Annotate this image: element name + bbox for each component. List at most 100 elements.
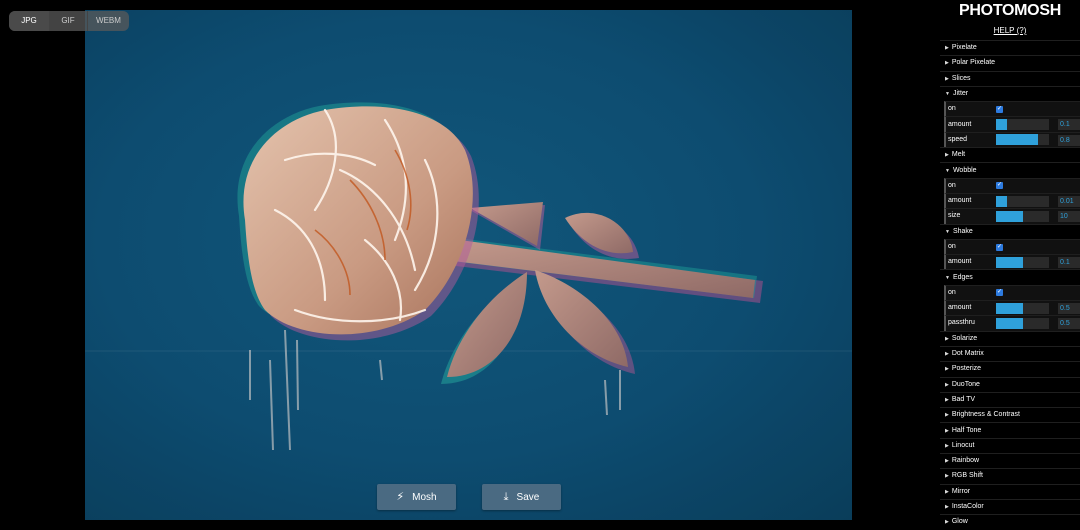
help-link[interactable]: HELP (?) xyxy=(940,25,1080,37)
control-size: size 10 xyxy=(944,208,1080,224)
effect-polar-pixelate[interactable]: ▶ Polar Pixelate xyxy=(940,55,1080,70)
effect-label: Half Tone xyxy=(951,426,982,434)
effect-label: Bad TV xyxy=(951,395,976,403)
slider-fill xyxy=(996,317,1023,329)
slider-fill xyxy=(996,134,1039,146)
caret-right-icon: ▶ xyxy=(945,427,949,434)
effect-solarize[interactable]: ▶ Solarize xyxy=(940,330,1080,346)
caret-down-icon: ▼ xyxy=(945,228,950,235)
value-input[interactable]: 0.01 xyxy=(1058,195,1080,207)
effect-label: DuoTone xyxy=(951,380,980,388)
effect-label: Jitter xyxy=(952,90,969,98)
effect-half-tone[interactable]: ▶ Half Tone xyxy=(940,422,1080,437)
caret-right-icon: ▶ xyxy=(945,412,949,419)
caret-right-icon: ▶ xyxy=(945,45,949,52)
effect-dot-matrix[interactable]: ▶ Dot Matrix xyxy=(940,345,1080,361)
effect-label: Dot Matrix xyxy=(951,350,984,358)
control-on: on ✓ xyxy=(944,238,1080,255)
caret-right-icon: ▶ xyxy=(945,351,949,358)
effect-instacolor[interactable]: ▶ InstaColor xyxy=(940,498,1080,514)
save-button[interactable]: ⤓ Save xyxy=(482,484,561,510)
effect-duotone[interactable]: ▶ DuoTone xyxy=(940,376,1080,392)
effect-wobble[interactable]: ▼ Wobble xyxy=(940,162,1080,177)
effect-glow[interactable]: ▶ Glow xyxy=(940,514,1080,529)
caret-right-icon: ▶ xyxy=(945,442,949,449)
effect-brightness-contrast[interactable]: ▶ Brightness & Contrast xyxy=(940,407,1080,422)
value-input[interactable]: 0.1 xyxy=(1058,119,1080,131)
effect-label: Rainbow xyxy=(951,457,980,465)
slider-fill xyxy=(996,210,1023,222)
effect-pixelate[interactable]: ▶ Pixelate xyxy=(940,40,1080,55)
effect-bad-tv[interactable]: ▶ Bad TV xyxy=(940,391,1080,407)
control-label: passthru xyxy=(948,319,975,327)
effect-mirror[interactable]: ▶ Mirror xyxy=(940,483,1080,499)
lightning-icon: ⚡︎ xyxy=(396,490,405,503)
caret-right-icon: ▶ xyxy=(945,60,949,67)
effect-rainbow[interactable]: ▶ Rainbow xyxy=(940,453,1080,468)
mosh-button[interactable]: ⚡︎ Mosh xyxy=(377,484,456,510)
effect-label: Wobble xyxy=(952,166,977,174)
slider-track[interactable] xyxy=(996,256,1049,268)
format-tabs: JPG GIF WEBM xyxy=(9,11,129,31)
control-label: on xyxy=(948,105,956,113)
tab-jpg[interactable]: JPG xyxy=(9,11,49,31)
caret-right-icon: ▶ xyxy=(945,458,949,465)
control-amount: amount 0.5 xyxy=(944,300,1080,316)
control-label: speed xyxy=(948,135,968,143)
effect-melt[interactable]: ▶ Melt xyxy=(940,147,1080,162)
effect-posterize[interactable]: ▶ Posterize xyxy=(940,361,1080,376)
caret-right-icon: ▶ xyxy=(945,504,949,511)
tab-gif[interactable]: GIF xyxy=(49,11,88,31)
effect-label: Slices xyxy=(951,74,971,82)
value-input[interactable]: 0.5 xyxy=(1058,318,1080,330)
checkbox[interactable]: ✓ xyxy=(996,243,1003,251)
slider-track[interactable] xyxy=(996,134,1049,146)
slider-track[interactable] xyxy=(996,119,1049,131)
rose-image xyxy=(85,102,852,451)
effect-jitter[interactable]: ▼ Jitter xyxy=(940,85,1080,101)
slider-fill xyxy=(996,302,1023,314)
effects-sidebar: PHOTOMOSH HELP (?) ▶ Pixelate ▶ Polar Pixel… xyxy=(940,0,1080,528)
value-input[interactable]: 0.1 xyxy=(1058,257,1080,269)
checkbox[interactable]: ✓ xyxy=(996,105,1003,113)
mosh-label: Mosh xyxy=(412,491,437,503)
control-amount: amount 0.1 xyxy=(944,116,1080,132)
caret-down-icon: ▼ xyxy=(945,91,950,98)
image-canvas[interactable]: ⚡︎ Mosh ⤓ Save xyxy=(85,10,852,520)
slider-track[interactable] xyxy=(996,317,1049,329)
caret-right-icon: ▶ xyxy=(945,473,949,480)
effect-label: Brightness & Contrast xyxy=(951,411,1020,419)
control-speed: speed 0.8 xyxy=(944,131,1080,148)
slider-fill xyxy=(996,195,1007,207)
value-input[interactable]: 10 xyxy=(1058,211,1080,223)
slider-track[interactable] xyxy=(996,302,1049,314)
caret-right-icon: ▶ xyxy=(945,519,949,526)
tab-webm[interactable]: WEBM xyxy=(88,11,129,31)
effect-linocut[interactable]: ▶ Linocut xyxy=(940,437,1080,453)
control-label: on xyxy=(948,288,956,296)
caret-right-icon: ▶ xyxy=(945,396,949,403)
effect-label: Linocut xyxy=(951,441,975,449)
value-input[interactable]: 0.8 xyxy=(1058,134,1080,146)
checkbox[interactable]: ✓ xyxy=(996,182,1003,190)
caret-right-icon: ▶ xyxy=(945,381,949,388)
app-logo: PHOTOMOSH xyxy=(959,2,1061,19)
caret-right-icon: ▶ xyxy=(945,75,949,82)
value-input[interactable]: 0.5 xyxy=(1058,303,1080,315)
effect-rgb-shift[interactable]: ▶ RGB Shift xyxy=(940,468,1080,483)
control-amount: amount 0.01 xyxy=(944,192,1080,209)
caret-down-icon: ▼ xyxy=(945,167,950,174)
effect-label: Mirror xyxy=(951,487,971,495)
checkbox[interactable]: ✓ xyxy=(996,289,1003,297)
control-on: on ✓ xyxy=(944,177,1080,193)
effect-shake[interactable]: ▼ Shake xyxy=(940,223,1080,239)
caret-right-icon: ▶ xyxy=(945,152,949,159)
effect-label: Shake xyxy=(952,227,973,235)
effect-slices[interactable]: ▶ Slices xyxy=(940,70,1080,86)
control-on: on ✓ xyxy=(944,284,1080,301)
effect-label: Solarize xyxy=(951,334,978,342)
effect-label: Posterize xyxy=(951,365,982,373)
effect-edges[interactable]: ▼ Edges xyxy=(940,269,1080,284)
slider-track[interactable] xyxy=(996,210,1049,222)
slider-track[interactable] xyxy=(996,195,1049,207)
